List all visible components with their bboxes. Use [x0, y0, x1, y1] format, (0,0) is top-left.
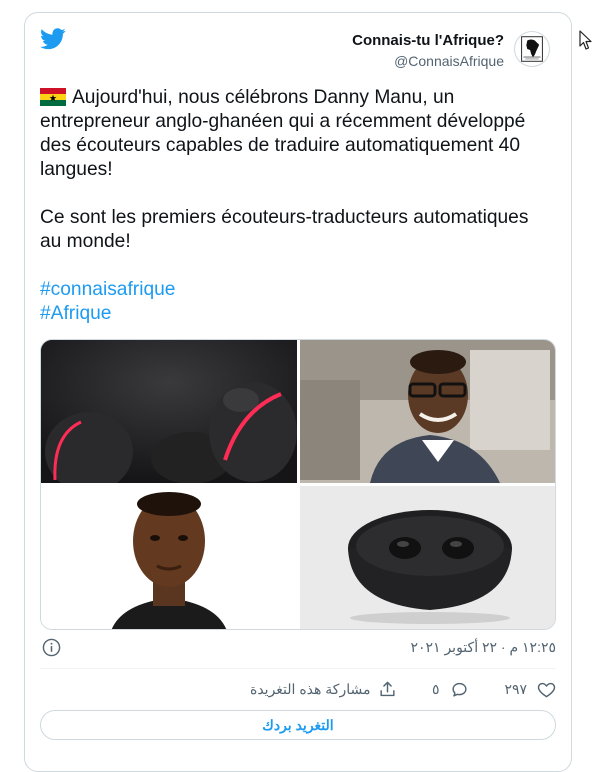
mouse-cursor-icon: [579, 30, 592, 50]
media-photo-danny-manu-glasses[interactable]: [300, 340, 555, 483]
ghana-flag-icon: [40, 88, 66, 106]
reply-bubble-icon: [451, 682, 467, 697]
author-handle[interactable]: @ConnaisAfrique: [394, 53, 504, 69]
hashtag-list: #connaisafrique #Afrique: [40, 278, 555, 326]
share-button[interactable]: مشاركة هذه التغريدة: [250, 676, 397, 702]
hashtag-link[interactable]: #connaisafrique: [40, 278, 555, 302]
africa-map-logo-icon: [521, 36, 543, 62]
like-button[interactable]: ٢٩٧: [504, 676, 556, 702]
heart-icon: [537, 682, 556, 697]
portrait-glasses-illustration: [300, 340, 555, 483]
author-avatar[interactable]: [514, 31, 550, 67]
info-icon[interactable]: [42, 638, 61, 657]
earbuds-dark-illustration: [41, 340, 297, 483]
tweet-meta-row: ١٢:٢٥ م · ٢٢ أكتوبر ٢٠٢١: [40, 636, 556, 660]
divider: [40, 668, 556, 669]
hashtag-link[interactable]: #Afrique: [40, 302, 555, 326]
portrait-illustration: [41, 486, 297, 629]
share-label: مشاركة هذه التغريدة: [250, 680, 371, 697]
reply-button[interactable]: ٥: [432, 676, 469, 702]
earbuds-case-illustration: [300, 486, 555, 629]
share-upload-icon: [380, 681, 396, 696]
tweet-actions: ٢٩٧ ٥ مشاركة هذه التغريدة: [40, 676, 556, 704]
media-photo-earbuds-dark[interactable]: [41, 340, 297, 483]
tweet-your-reply-button[interactable]: التغريد بردك: [40, 710, 556, 740]
tweet-timestamp[interactable]: ١٢:٢٥ م · ٢٢ أكتوبر ٢٠٢١: [410, 639, 556, 656]
like-count: ٢٩٧: [504, 680, 527, 697]
media-photo-danny-manu-portrait[interactable]: [41, 486, 297, 629]
paragraph-text: Aujourd'hui, nous célébrons Danny Manu, …: [40, 87, 526, 180]
tweet-text: Aujourd'hui, nous célébrons Danny Manu, …: [40, 86, 555, 326]
reply-count: ٥: [432, 680, 440, 697]
tweet-paragraph-1: Aujourd'hui, nous célébrons Danny Manu, …: [40, 86, 555, 182]
reply-button-label: التغريد بردك: [262, 716, 334, 733]
author-display-name[interactable]: Connais-tu l'Afrique?: [352, 32, 504, 49]
media-grid[interactable]: [40, 339, 556, 630]
twitter-bird-icon[interactable]: [40, 28, 66, 50]
tweet-paragraph-2: Ce sont les premiers écouteurs-traducteu…: [40, 207, 529, 252]
media-photo-earbuds-case[interactable]: [300, 486, 555, 629]
